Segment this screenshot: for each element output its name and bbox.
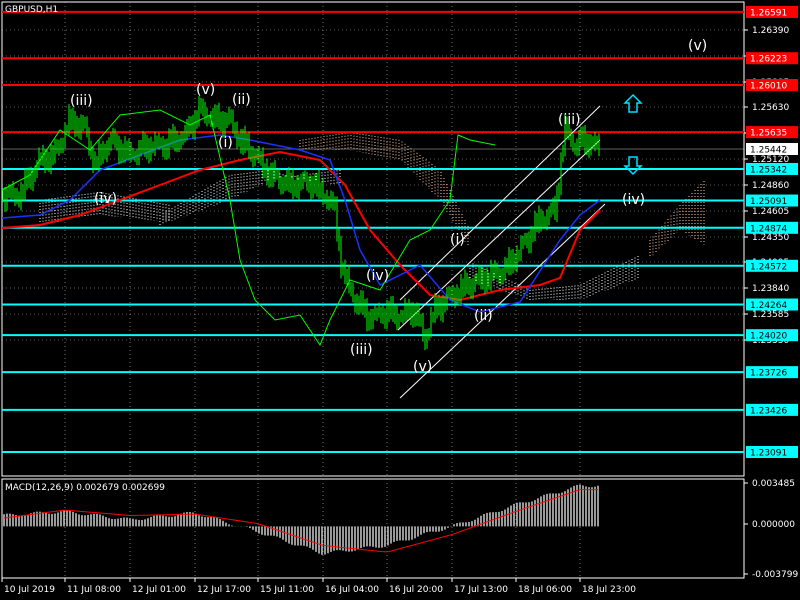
price-axis-label: 1.24605 (752, 207, 789, 217)
time-axis-label: 16 Jul 20:00 (389, 585, 443, 595)
wave-label: (iii) (558, 112, 581, 128)
wave-label: (v) (413, 359, 432, 375)
level-label: 1.26010 (750, 81, 787, 91)
time-axis-label: 12 Jul 01:00 (132, 585, 186, 595)
price-axis-label: 1.26390 (752, 26, 789, 36)
macd-axis-label: -0.003799 (752, 570, 798, 580)
down-arrow-icon (623, 156, 643, 176)
wave-label: (ii) (232, 92, 251, 108)
up-arrow-icon (623, 93, 643, 113)
price-axis-label: 1.24350 (752, 233, 789, 243)
macd-axis-label: 0.000000 (752, 520, 795, 530)
wave-label: (iii) (350, 342, 373, 358)
wave-label: (iv) (366, 268, 389, 284)
symbol-label: GBPUSD,H1 (5, 5, 58, 15)
price-axis-label: 1.25630 (752, 103, 789, 113)
level-label: 1.25635 (750, 129, 787, 139)
level-label: 1.23426 (750, 406, 787, 416)
price-series (2, 96, 600, 351)
wave-label: (iii) (70, 93, 93, 109)
time-axis-label: 18 Jul 06:00 (518, 585, 572, 595)
price-axis-label: 1.23585 (752, 310, 789, 320)
level-label: 1.24020 (750, 332, 787, 342)
macd-label: MACD(12,26,9) 0.002679 0.002699 (5, 483, 165, 493)
trend-channel-line (399, 105, 601, 301)
wave-label: (v) (688, 38, 707, 54)
chart-window: 10 Jul 2019 11 Jul 08:00 12 Jul 01:00 12 Ju… (0, 0, 800, 600)
wave-label: (i) (450, 232, 465, 248)
level-label: 1.25342 (750, 165, 787, 175)
time-axis-label: 17 Jul 13:00 (454, 585, 508, 595)
time-axis-label: 10 Jul 2019 (4, 585, 55, 595)
cloud-future (649, 181, 705, 258)
price-axis-label: 1.23840 (752, 284, 789, 294)
time-axis-label: 12 Jul 17:00 (197, 585, 251, 595)
chart-canvas[interactable]: 10 Jul 2019 11 Jul 08:00 12 Jul 01:00 12 Ju… (0, 0, 800, 600)
time-axis-label: 11 Jul 08:00 (67, 585, 121, 595)
level-label: 1.23091 (750, 448, 787, 458)
wave-label: (i) (218, 135, 233, 151)
wave-label: (v) (196, 82, 215, 98)
price-pane-frame (1, 1, 745, 477)
time-axis-label: 18 Jul 23:00 (582, 585, 636, 595)
macd-histogram (3, 484, 599, 555)
level-label: 1.24572 (750, 262, 787, 272)
level-label: 1.23726 (750, 369, 787, 379)
blue-moving-average (1, 134, 601, 313)
price-axis-label: 1.24860 (752, 181, 789, 191)
time-axis-label: 15 Jul 11:00 (260, 585, 314, 595)
level-label: 1.25091 (750, 197, 787, 207)
wave-label: (ii) (474, 308, 493, 324)
level-label: 1.26591 (750, 8, 787, 18)
cloud-bear-1 (299, 132, 469, 247)
level-label: 1.24874 (750, 224, 787, 234)
wave-label: (iv) (622, 192, 645, 208)
current-price-label: 1.25442 (750, 146, 787, 156)
wave-label: (iv) (94, 191, 117, 207)
time-axis-label: 16 Jul 04:00 (325, 585, 379, 595)
level-label: 1.26223 (750, 55, 787, 65)
macd-axis-label: 0.003485 (752, 479, 795, 489)
level-label: 1.24264 (750, 301, 787, 311)
